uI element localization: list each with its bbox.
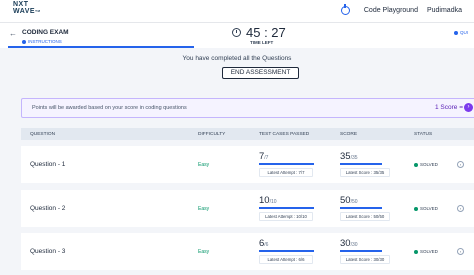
test-cases-passed: 6/6 <box>259 238 268 249</box>
difficulty: Easy <box>198 249 210 255</box>
logo-line2: WAVE <box>13 8 36 15</box>
tab-instructions-label: INSTRUCTIONS <box>28 39 62 44</box>
test-cases-passed: 10/10 <box>259 195 277 206</box>
header-test-cases: TEST CASES PASSED <box>259 132 310 137</box>
score: 35/35 <box>340 151 358 162</box>
latest-attempt: Latest Attempt : 6/6 <box>259 255 313 264</box>
table-row[interactable]: Question - 2 Easy 10/10 Latest Attempt :… <box>21 190 474 227</box>
score-progress-fill <box>340 250 382 252</box>
logo-line1: NXT <box>13 1 29 8</box>
status: SOLVED <box>414 249 438 254</box>
table-row[interactable]: Question - 1 Easy 7/7 Latest Attempt : 7… <box>21 146 474 183</box>
test-cases-progress <box>259 207 314 209</box>
test-cases-progress-fill <box>259 163 314 165</box>
end-assessment-button[interactable]: END ASSESSMENT <box>222 67 299 79</box>
latest-score: Latest Score : 35/35 <box>340 168 390 177</box>
latest-attempt: Latest Attempt : 7/7 <box>259 168 313 177</box>
tc-total-value: /6 <box>264 242 269 248</box>
tab-quiz[interactable]: QUI <box>454 30 468 35</box>
exam-title: CODING EXAM <box>22 29 69 36</box>
header-question: QUESTION <box>30 132 56 137</box>
status: SOLVED <box>414 162 438 167</box>
status-label: SOLVED <box>420 162 438 167</box>
banner-text: Points will be awarded based on your sco… <box>32 105 187 111</box>
test-cases-passed: 7/7 <box>259 151 268 162</box>
difficulty: Easy <box>198 206 210 212</box>
chevron-right-icon[interactable]: › <box>464 103 473 112</box>
question-name: Question - 2 <box>30 205 66 212</box>
chevron-right-icon[interactable]: › <box>457 161 464 168</box>
test-cases-progress <box>259 163 314 165</box>
info-icon <box>22 39 26 44</box>
status: SOLVED <box>414 206 438 211</box>
header-score: SCORE <box>340 132 358 137</box>
score-total-value: /30 <box>350 242 358 248</box>
tc-total-value: /10 <box>269 199 277 205</box>
chevron-right-icon[interactable]: › <box>457 248 464 255</box>
status-label: SOLVED <box>420 206 438 211</box>
score: 50/50 <box>340 195 358 206</box>
tab-quiz-label: QUI <box>460 30 469 35</box>
nav-right: Code Playground Pudimadka <box>340 4 462 15</box>
back-arrow-icon[interactable]: ← <box>9 29 17 38</box>
active-tab-indicator <box>8 46 194 48</box>
score-value: 50 <box>340 195 351 206</box>
solved-dot-icon <box>414 206 418 211</box>
time-left-label: TIME LEFT <box>250 40 274 45</box>
solved-dot-icon <box>414 249 418 254</box>
test-cases-progress-fill <box>259 207 314 209</box>
solved-dot-icon <box>414 162 418 167</box>
difficulty: Easy <box>198 162 210 168</box>
score-progress-fill <box>340 163 382 165</box>
clock-icon <box>232 28 241 37</box>
tc-passed-value: 10 <box>259 195 270 206</box>
streak-icon[interactable] <box>340 4 350 15</box>
points-banner: Points will be awarded based on your sco… <box>21 98 474 118</box>
user-name[interactable]: Pudimadka <box>427 7 462 14</box>
status-label: SOLVED <box>420 249 438 254</box>
latest-score: Latest Score : 50/50 <box>340 212 390 221</box>
tab-instructions[interactable]: INSTRUCTIONS <box>22 39 62 44</box>
timer: 45 : 27 <box>246 25 286 40</box>
latest-attempt: Latest Attempt : 10/10 <box>259 212 313 221</box>
score-total-value: /50 <box>350 199 358 205</box>
header-status: STATUS <box>414 132 433 137</box>
score-progress-fill <box>340 207 382 209</box>
score-value: 35 <box>340 151 351 162</box>
score-progress <box>340 163 382 165</box>
tc-total-value: /7 <box>264 155 269 161</box>
completion-message: You have completed all the Questions <box>182 55 292 62</box>
score: 30/30 <box>340 238 358 249</box>
table-row[interactable]: Question - 3 Easy 6/6 Latest Attempt : 6… <box>21 233 474 270</box>
question-name: Question - 1 <box>30 161 66 168</box>
logo[interactable]: NXT WAVETM <box>13 1 40 15</box>
score-progress <box>340 250 382 252</box>
header-difficulty: DIFFICULTY <box>198 132 226 137</box>
score-total-value: /35 <box>350 155 358 161</box>
table-header: QUESTION DIFFICULTY TEST CASES PASSED SC… <box>21 128 474 140</box>
score-value: 30 <box>340 238 351 249</box>
logo-tm: TM <box>35 9 41 13</box>
chevron-right-icon[interactable]: › <box>457 205 464 212</box>
score-progress <box>340 207 382 209</box>
code-playground-link[interactable]: Code Playground <box>364 7 418 14</box>
question-name: Question - 3 <box>30 248 66 255</box>
test-cases-progress-fill <box>259 250 314 252</box>
quiz-icon <box>454 30 458 35</box>
test-cases-progress <box>259 250 314 252</box>
exam-header: ← CODING EXAM INSTRUCTIONS 45 : 27 TIME … <box>0 22 474 48</box>
latest-score: Latest Score : 30/30 <box>340 255 390 264</box>
top-nav: NXT WAVETM Code Playground Pudimadka <box>0 0 474 22</box>
